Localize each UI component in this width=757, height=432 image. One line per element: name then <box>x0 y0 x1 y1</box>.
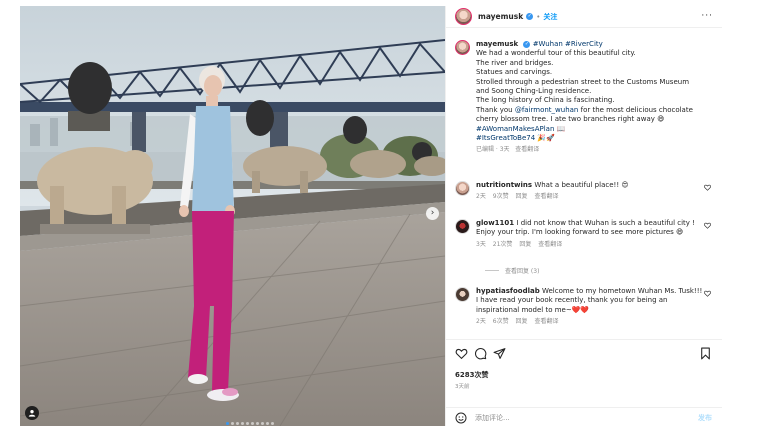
caption-body: mayemusk ✓ #Wuhan #RiverCity We had a wo… <box>476 40 693 155</box>
comment-username[interactable]: nutritiontwins <box>476 181 532 189</box>
comment-username[interactable]: glow1101 <box>476 219 514 227</box>
carousel-dot <box>266 422 269 425</box>
comment-body: nutritiontwins What a beautiful place!! … <box>476 181 706 202</box>
caption-thanks-prefix: Thank you <box>476 105 515 114</box>
caption-line: Statues and carvings. <box>476 68 553 77</box>
carousel-dot <box>256 422 259 425</box>
caption-thanks-suffix: for the most delicious chocolate <box>578 105 693 114</box>
carousel-dot <box>241 422 244 425</box>
follow-button[interactable]: 关注 <box>543 12 557 22</box>
translate-link[interactable]: 查看翻译 <box>534 318 558 325</box>
avatar[interactable] <box>455 181 470 196</box>
carousel-dot <box>261 422 264 425</box>
avatar[interactable] <box>455 219 470 234</box>
reply-button[interactable]: 回复 <box>516 318 528 325</box>
comment-time: 2天 <box>476 318 486 326</box>
comment-item: nutritiontwins What a beautiful place!! … <box>455 181 717 202</box>
post-header: mayemusk ✓ • 关注 ··· <box>446 6 722 28</box>
like-comment-heart-icon[interactable] <box>704 184 711 191</box>
caption-edited-time: 已编辑 · 3天 <box>476 146 510 154</box>
reply-button[interactable]: 回复 <box>516 193 528 200</box>
caption-line: cherry blossom tree. I ate two branches … <box>476 115 665 124</box>
emoji-icon[interactable] <box>455 412 467 424</box>
like-comment-heart-icon[interactable] <box>704 290 711 297</box>
comment-text: What a beautiful place!! 😍 <box>534 181 629 189</box>
avatar[interactable] <box>455 40 470 55</box>
more-options-icon[interactable]: ··· <box>701 11 713 21</box>
comment-time: 2天 <box>476 193 486 201</box>
caption-line: We had a wonderful tour of this beautifu… <box>476 49 636 58</box>
caption-hashtag-link[interactable]: #AWomanMakesAPlan 📖 <box>476 125 693 134</box>
caption-line: The long history of China is fascinating… <box>476 96 615 105</box>
comment-meta: 3天 21次赞 回复 查看翻译 <box>476 240 706 249</box>
verified-badge-icon: ✓ <box>523 40 531 48</box>
like-comment-heart-icon[interactable] <box>704 222 711 229</box>
chevron-right-icon: › <box>430 208 435 218</box>
action-icons <box>455 347 506 360</box>
replies-divider <box>485 270 499 271</box>
caption-mention-link[interactable]: @fairmont_wuhan <box>515 106 579 114</box>
carousel-dot <box>236 422 239 425</box>
comment-body: glow1101 I did not know that Wuhan is su… <box>476 219 706 249</box>
next-photo-button[interactable]: › <box>426 207 439 220</box>
add-comment-bar: 添加评论... 发布 <box>446 407 722 427</box>
comment-likes[interactable]: 9次赞 <box>493 193 509 200</box>
view-replies-label: 查看回复 (3) <box>505 268 540 275</box>
post-side-panel: mayemusk ✓ • 关注 ··· mayemusk ✓ #Wuhan #R… <box>445 6 722 427</box>
carousel-dots <box>226 422 274 425</box>
comment-likes[interactable]: 6次赞 <box>493 318 509 325</box>
likes-count[interactable]: 6283次赞 <box>455 370 488 380</box>
verified-badge-icon: ✓ <box>526 13 534 20</box>
carousel-dot <box>271 422 274 425</box>
comment-username[interactable]: hypatiasfoodlab <box>476 287 540 295</box>
comment-meta: 2天 9次赞 回复 查看翻译 <box>476 192 706 201</box>
post-actions: 6283次赞 3天前 添加评论... 发布 <box>446 339 722 427</box>
caption-hashtags[interactable]: #Wuhan #RiverCity <box>533 40 603 48</box>
photo-scene <box>20 6 445 426</box>
caption-line: Strolled through a pedestrian street to … <box>476 77 690 86</box>
translate-link[interactable]: 查看翻译 <box>538 241 562 248</box>
comment-time: 3天 <box>476 240 486 248</box>
reply-button[interactable]: 回复 <box>519 241 531 248</box>
carousel-dot-active <box>226 422 229 425</box>
caption-meta: 已编辑 · 3天 查看翻译 <box>476 145 693 154</box>
user-icon <box>28 409 36 417</box>
translate-link[interactable]: 查看翻译 <box>515 146 539 153</box>
like-heart-icon[interactable] <box>455 347 468 360</box>
carousel-dot <box>246 422 249 425</box>
caption-hashtag-link[interactable]: #ItsGreatToBe74 🎉🚀 <box>476 134 693 143</box>
caption-line: and Soong Ching-Ling residence. <box>476 87 592 96</box>
comment-bubble-icon[interactable] <box>474 347 487 360</box>
tagged-users-button[interactable] <box>25 406 39 420</box>
post-comment-button[interactable]: 发布 <box>698 413 712 423</box>
caption-line: The river and bridges. <box>476 58 554 67</box>
view-replies-button[interactable]: 查看回复 (3) <box>485 266 539 275</box>
post-photo[interactable] <box>20 6 445 426</box>
post-username[interactable]: mayemusk <box>478 12 523 21</box>
comment-meta: 2天 6次赞 回复 查看翻译 <box>476 317 706 326</box>
share-paper-plane-icon[interactable] <box>493 347 506 360</box>
separator-dot: • <box>536 12 541 21</box>
comment-likes[interactable]: 21次赞 <box>493 241 513 248</box>
translate-link[interactable]: 查看翻译 <box>534 193 558 200</box>
carousel-dot <box>251 422 254 425</box>
comment-item: glow1101 I did not know that Wuhan is su… <box>455 219 717 249</box>
avatar[interactable] <box>455 287 470 302</box>
comment-body: hypatiasfoodlab Welcome to my hometown W… <box>476 287 706 327</box>
comment-item: hypatiasfoodlab Welcome to my hometown W… <box>455 287 717 327</box>
post-date: 3天前 <box>455 384 470 390</box>
bookmark-icon[interactable] <box>699 347 712 360</box>
post-caption: mayemusk ✓ #Wuhan #RiverCity We had a wo… <box>455 40 717 155</box>
carousel-dot <box>231 422 234 425</box>
avatar[interactable] <box>455 8 472 25</box>
add-comment-input[interactable]: 添加评论... <box>475 413 510 423</box>
caption-username[interactable]: mayemusk <box>476 40 518 48</box>
